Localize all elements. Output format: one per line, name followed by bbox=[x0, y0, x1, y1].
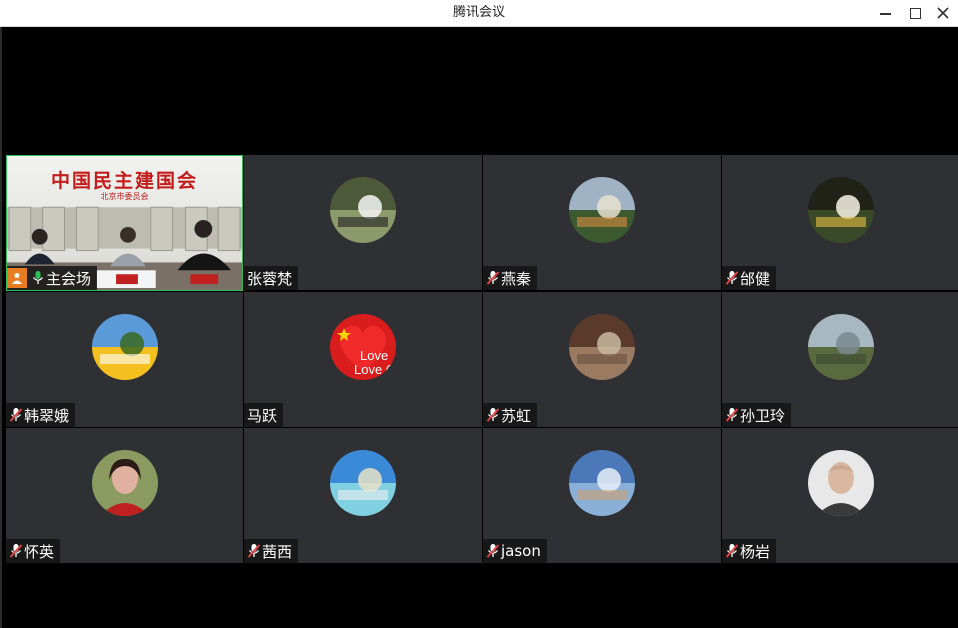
backdrop-subtitle: 北京市委员会 bbox=[100, 192, 149, 201]
participant-name-tag: 邰健 bbox=[722, 266, 777, 290]
participant-name: 主会场 bbox=[46, 269, 92, 288]
meeting-stage: 中国民主建国会 北京市委员会 主会场 张蓉梵 燕秦 邰健韩翠娥 LoveLove Ch… bbox=[0, 27, 958, 628]
avatar bbox=[91, 314, 158, 380]
love-china-flag-heart-image: LoveLove Chin bbox=[330, 314, 396, 380]
participant-name: 马跃 bbox=[247, 406, 278, 425]
mic-muted-icon bbox=[9, 543, 23, 559]
video-tile[interactable]: 孙卫玲 bbox=[722, 292, 958, 427]
maximize-icon bbox=[909, 7, 921, 19]
beach-photo-image bbox=[330, 450, 396, 516]
sunflower-field-photo-image bbox=[91, 314, 158, 380]
woman-portrait-photo-image bbox=[91, 450, 158, 516]
panda-photo-image bbox=[330, 177, 396, 243]
avatar bbox=[808, 177, 874, 243]
participant-name-tag: 茜西 bbox=[244, 539, 299, 563]
avatar bbox=[808, 314, 874, 380]
participant-name: 苏虹 bbox=[501, 406, 532, 425]
video-tile[interactable]: 怀英 bbox=[6, 428, 243, 563]
white-flower-photo-image bbox=[808, 177, 874, 243]
participant-name-tag: 苏虹 bbox=[483, 403, 538, 427]
mic-muted-icon bbox=[725, 543, 739, 559]
cat-photo-image bbox=[569, 314, 635, 380]
video-tile[interactable]: 杨岩 bbox=[722, 428, 958, 563]
video-tile[interactable]: 茜西 bbox=[244, 428, 482, 563]
avatar bbox=[91, 450, 158, 516]
participant-name-tag: 马跃 bbox=[244, 403, 284, 427]
svg-text:Love: Love bbox=[360, 348, 388, 363]
video-tile-main[interactable]: 中国民主建国会 北京市委员会 主会场 bbox=[6, 155, 243, 291]
maximize-button[interactable] bbox=[904, 3, 926, 23]
participant-name-tag: jason bbox=[483, 539, 547, 563]
avatar: LoveLove Chin bbox=[330, 314, 396, 380]
avatar bbox=[330, 450, 396, 516]
avatar bbox=[569, 314, 635, 380]
man-portrait-photo-image bbox=[808, 450, 874, 516]
avatar bbox=[330, 177, 396, 243]
video-tile[interactable]: jason bbox=[483, 428, 721, 563]
participant-name: jason bbox=[501, 542, 541, 560]
sky-clouds-photo-image bbox=[569, 450, 635, 516]
window-title: 腾讯会议 bbox=[452, 5, 505, 20]
participant-name: 怀英 bbox=[24, 542, 55, 561]
participant-name: 茜西 bbox=[262, 542, 293, 561]
title-bar: 腾讯会议 bbox=[0, 0, 958, 27]
mic-muted-icon bbox=[725, 407, 739, 423]
host-badge bbox=[7, 268, 27, 288]
close-button[interactable] bbox=[932, 3, 954, 23]
participant-name: 孙卫玲 bbox=[740, 406, 786, 425]
video-tile[interactable]: 苏虹 bbox=[483, 292, 721, 427]
mic-muted-icon bbox=[725, 270, 739, 286]
participant-name-tag: 燕秦 bbox=[483, 266, 538, 290]
person-icon bbox=[12, 273, 22, 284]
participant-name: 张蓉梵 bbox=[247, 269, 293, 288]
participant-name: 燕秦 bbox=[501, 269, 532, 288]
participant-name-tag: 韩翠娥 bbox=[6, 403, 76, 427]
participant-name: 杨岩 bbox=[740, 542, 771, 561]
video-tile[interactable]: LoveLove Chin 马跃 bbox=[244, 292, 482, 427]
participant-name: 韩翠娥 bbox=[24, 406, 70, 425]
participant-name-tag: 怀英 bbox=[6, 539, 61, 563]
video-tile[interactable]: 燕秦 bbox=[483, 155, 721, 290]
avatar bbox=[569, 177, 635, 243]
participant-name: 邰健 bbox=[740, 269, 771, 288]
video-grid: 中国民主建国会 北京市委员会 主会场 张蓉梵 燕秦 邰健韩翠娥 LoveLove Ch… bbox=[6, 155, 958, 563]
minimize-icon bbox=[879, 13, 891, 15]
svg-text:Love Chin: Love Chin bbox=[354, 362, 396, 377]
participant-name-tag: 张蓉梵 bbox=[244, 266, 299, 290]
rainbow-building-photo-image bbox=[569, 177, 635, 243]
backdrop-title: 中国民主建国会 bbox=[50, 170, 198, 192]
video-tile[interactable]: 韩翠娥 bbox=[6, 292, 243, 427]
video-tile[interactable]: 邰健 bbox=[722, 155, 958, 290]
participant-name-tag: 主会场 bbox=[7, 266, 98, 290]
avatar bbox=[808, 450, 874, 516]
mic-muted-icon bbox=[486, 543, 500, 559]
minimize-button[interactable] bbox=[874, 3, 896, 23]
video-tile[interactable]: 张蓉梵 bbox=[244, 155, 482, 290]
mic-muted-icon bbox=[486, 270, 500, 286]
lake-trees-photo-image bbox=[808, 314, 874, 380]
mic-muted-icon bbox=[247, 543, 261, 559]
participant-name-tag: 杨岩 bbox=[722, 539, 777, 563]
close-icon bbox=[937, 7, 949, 19]
mic-muted-icon bbox=[9, 407, 23, 423]
mic-muted-icon bbox=[486, 407, 500, 423]
mic-on-icon bbox=[32, 271, 44, 284]
avatar bbox=[569, 450, 635, 516]
participant-name-tag: 孙卫玲 bbox=[722, 403, 792, 427]
